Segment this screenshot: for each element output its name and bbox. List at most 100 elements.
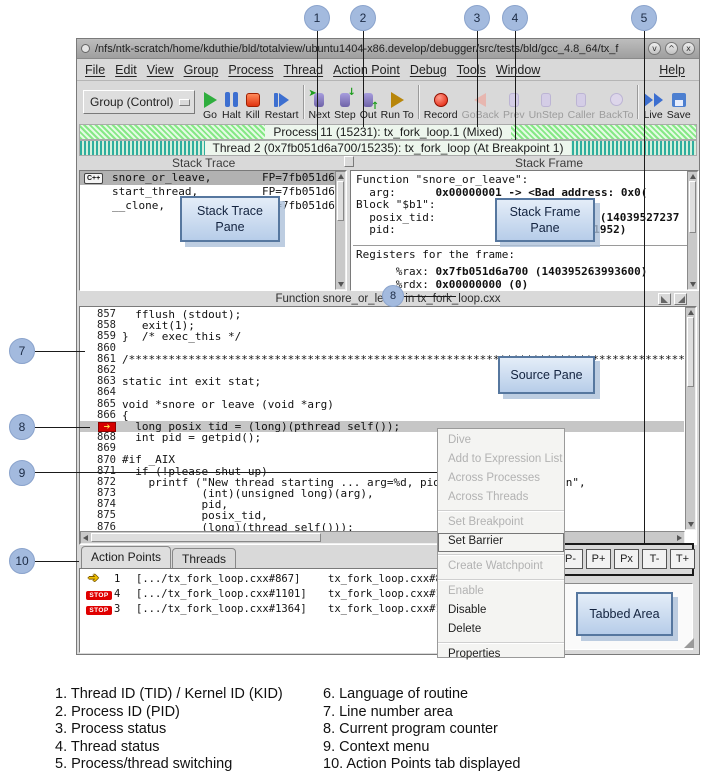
scroll-up-icon[interactable]	[338, 174, 344, 179]
menu-action-point[interactable]: Action Point	[333, 63, 400, 77]
action-points-list[interactable]: ➔STOP 1 [.../tx_fork_loop.cxx#867] tx_fo…	[79, 568, 476, 653]
source-line[interactable]: ➔ long posix_tid = (long)(pthread_self()…	[80, 421, 684, 432]
tab-threads[interactable]: Threads	[172, 548, 236, 568]
menu-item-across-processes[interactable]: Across Processes	[438, 470, 564, 489]
source-line[interactable]: ➔860	[80, 343, 684, 354]
menu-group[interactable]: Group	[184, 63, 219, 77]
scroll-thumb[interactable]	[689, 181, 696, 233]
tab-action-points[interactable]: Action Points	[81, 546, 171, 568]
menu-item-enable[interactable]: Enable	[438, 583, 564, 602]
step-button[interactable]: Step	[332, 82, 358, 122]
callout-9: 9	[9, 460, 35, 486]
menu-item-create-watchpoint[interactable]: Create Watchpoint	[438, 558, 564, 577]
backto-button[interactable]: BackTo	[597, 82, 635, 122]
line-number-area[interactable]: ➔860	[80, 343, 122, 354]
thread-minus-button[interactable]: T-	[642, 549, 667, 569]
go-button[interactable]: Go	[200, 82, 220, 122]
pt-button-row: P- P+ Px T- T+	[558, 549, 695, 569]
source-line[interactable]: ➔870 #if _AIX	[80, 454, 684, 465]
menu-item-set-breakpoint[interactable]: Set Breakpoint	[438, 514, 564, 533]
scroll-up-icon[interactable]	[690, 174, 696, 179]
process-status-bar[interactable]: Process 11 (15231): tx_fork_loop.1 (Mixe…	[79, 124, 697, 140]
line-number-area[interactable]: ➔870	[80, 455, 122, 466]
stack-frame-scrollbar[interactable]	[687, 171, 698, 290]
source-line[interactable]: ➔873 (int)(unsigned long)(arg),	[80, 488, 684, 499]
close-button[interactable]: x	[682, 42, 695, 55]
stack-trace-scrollbar[interactable]	[335, 171, 346, 290]
restart-button[interactable]: Restart	[263, 82, 301, 122]
menu-window[interactable]: Window	[496, 63, 540, 77]
goback-button[interactable]: GoBack	[460, 82, 501, 122]
halt-button[interactable]: Halt	[220, 82, 243, 122]
menu-file[interactable]: File	[85, 63, 105, 77]
run-to-button[interactable]: Run To	[379, 82, 416, 122]
shade-button[interactable]: v	[648, 42, 661, 55]
scroll-down-icon[interactable]	[688, 522, 694, 527]
line-number-area[interactable]: ➔869	[80, 443, 122, 454]
source-line[interactable]: ➔869	[80, 443, 684, 454]
title-bar[interactable]: /nfs/ntk-scratch/home/kduthie/bld/totalv…	[77, 39, 699, 59]
source-line[interactable]: ➔868 int pid = getpid();	[80, 432, 684, 443]
kill-button[interactable]: Kill	[243, 82, 263, 122]
source-line[interactable]: ➔866 {	[80, 410, 684, 421]
scroll-thumb[interactable]	[337, 181, 344, 221]
scroll-thumb[interactable]	[687, 317, 694, 387]
source-vertical-scrollbar[interactable]	[685, 307, 696, 530]
source-line[interactable]: ➔865 void *snore_or_leave (void *arg)	[80, 399, 684, 410]
menu-item-disable[interactable]: Disable	[438, 602, 564, 621]
source-line[interactable]: ➔875 posix_tid,	[80, 510, 684, 521]
source-pane[interactable]: ➔857 fflush (stdout); ➔858 _exit(1);	[79, 306, 697, 545]
stack-trace-header: Stack Trace	[172, 156, 235, 170]
menu-item-properties[interactable]: Properties	[438, 646, 564, 665]
source-line[interactable]: ➔874 pid,	[80, 499, 684, 510]
menu-debug[interactable]: Debug	[410, 63, 447, 77]
split-pane-icon[interactable]	[674, 293, 687, 305]
line-number-area[interactable]: ➔865	[80, 399, 122, 410]
line-number-area[interactable]: ➔864	[80, 387, 122, 398]
record-button[interactable]: Record	[422, 82, 460, 122]
line-number-area[interactable]: ➔859	[80, 331, 122, 342]
menu-item-dive[interactable]: Dive	[438, 432, 564, 451]
menu-item-across-threads[interactable]: Across Threads	[438, 489, 564, 508]
action-point-row[interactable]: ➔STOP 3 [.../tx_fork_loop.cxx#1364] tx_f…	[80, 602, 475, 617]
source-line[interactable]: ➔857 fflush (stdout);	[80, 309, 684, 320]
unstep-button[interactable]: UnStep	[527, 82, 566, 122]
pane-splitter-grip[interactable]	[344, 156, 354, 167]
menu-process[interactable]: Process	[228, 63, 273, 77]
process-plus-button[interactable]: P+	[586, 549, 611, 569]
caller-button[interactable]: Caller	[566, 82, 597, 122]
stack-trace-row[interactable]: C++ snore_or_leave, FP=7fb051d69f10	[80, 171, 346, 185]
thread-plus-button[interactable]: T+	[670, 549, 695, 569]
menu-view[interactable]: View	[147, 63, 174, 77]
process-px-button[interactable]: Px	[614, 549, 639, 569]
menu-tools[interactable]: Tools	[457, 63, 486, 77]
group-selector-dropdown[interactable]: Group (Control)	[83, 90, 195, 114]
menu-edit[interactable]: Edit	[115, 63, 137, 77]
action-point-row[interactable]: ➔STOP 1 [.../tx_fork_loop.cxx#867] tx_fo…	[80, 572, 475, 587]
menu-item-add-to-expression-list[interactable]: Add to Expression List	[438, 451, 564, 470]
source-line[interactable]: ➔858 _exit(1);	[80, 320, 684, 331]
scroll-up-icon[interactable]	[688, 310, 694, 315]
scroll-down-icon[interactable]	[690, 282, 696, 287]
source-line[interactable]: ➔872 printf ("New thread starting ... ar…	[80, 477, 684, 488]
scroll-down-icon[interactable]	[338, 282, 344, 287]
line-number-area[interactable]: ➔866	[80, 410, 122, 421]
prev-button[interactable]: Prev	[501, 82, 527, 122]
out-button[interactable]: Out	[358, 82, 379, 122]
scroll-thumb[interactable]	[91, 533, 321, 542]
thread-status-bar[interactable]: Thread 2 (0x7fb051d6a700/15235): tx_fork…	[79, 140, 697, 156]
menu-item-delete[interactable]: Delete	[438, 621, 564, 640]
split-pane-icon[interactable]	[658, 293, 671, 305]
scroll-left-icon[interactable]	[83, 535, 88, 541]
menu-help[interactable]: Help	[659, 63, 685, 77]
save-button[interactable]: Save	[665, 82, 693, 122]
stack-trace-pane-label: Stack Trace Pane	[180, 196, 280, 242]
next-button[interactable]: Next	[307, 82, 333, 122]
resize-grip-icon[interactable]	[684, 638, 694, 648]
scroll-right-icon[interactable]	[677, 535, 682, 541]
action-point-row[interactable]: ➔STOP 4 [.../tx_fork_loop.cxx#1101] tx_f…	[80, 587, 475, 602]
menu-item-set-barrier[interactable]: Set Barrier	[438, 533, 564, 552]
source-line[interactable]: ➔859 } /* exec_this */	[80, 331, 684, 342]
line-number-area[interactable]: ➔875	[80, 510, 122, 521]
maximize-button[interactable]: ^	[665, 42, 678, 55]
